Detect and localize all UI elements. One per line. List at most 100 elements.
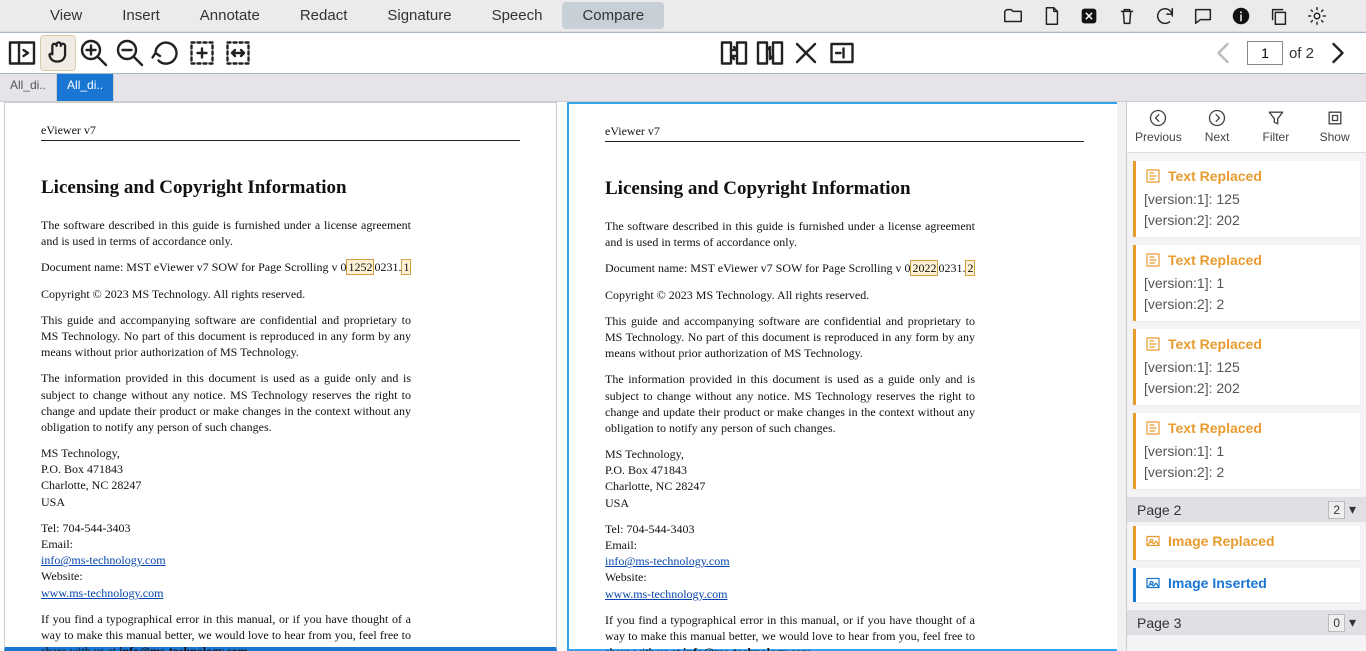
diff-version-line: [version:2]: 202 xyxy=(1144,210,1352,231)
page-title: Licensing and Copyright Information xyxy=(605,178,1084,200)
diff-type-label: Text Replaced xyxy=(1168,168,1262,184)
page-header: eViewer v7 xyxy=(41,123,96,137)
fit-page-icon[interactable] xyxy=(184,35,220,71)
diff-version-line: [version:1]: 1 xyxy=(1144,441,1352,462)
menu-compare[interactable]: Compare xyxy=(562,2,664,29)
page-header: eViewer v7 xyxy=(605,124,660,138)
rotate-icon[interactable] xyxy=(148,35,184,71)
para-info: The information provided in this documen… xyxy=(41,370,411,435)
doc-tab-2[interactable]: All_di.. xyxy=(57,74,114,101)
diff-highlight-2: 1 xyxy=(401,259,411,275)
para-license: The software described in this guide is … xyxy=(41,217,411,249)
diff-item[interactable]: Text Replaced [version:1]: 1 [version:2]… xyxy=(1133,245,1360,321)
chevron-down-icon[interactable]: ▾ xyxy=(1349,501,1356,517)
zoom-in-icon[interactable] xyxy=(76,35,112,71)
para-docname: Document name: MST eViewer v7 SOW for Pa… xyxy=(41,259,520,275)
diff-highlight-2: 2 xyxy=(965,260,975,276)
diff-item[interactable]: Image Replaced xyxy=(1133,526,1360,560)
diff-version-line: [version:2]: 202 xyxy=(1144,378,1352,399)
para-license: The software described in this guide is … xyxy=(605,218,975,250)
diff-version-line: [version:2]: 2 xyxy=(1144,462,1352,483)
zoom-out-icon[interactable] xyxy=(112,35,148,71)
diff-show-button[interactable]: Show xyxy=(1308,108,1362,144)
new-file-icon[interactable] xyxy=(1040,5,1062,27)
main-area: eViewer v7 Licensing and Copyright Infor… xyxy=(0,102,1366,651)
page-nav: of 2 xyxy=(1205,35,1356,71)
menu-speech[interactable]: Speech xyxy=(472,2,563,29)
diff-highlight-1: 1252 xyxy=(346,259,374,275)
refresh-icon[interactable] xyxy=(1154,5,1176,27)
diff-highlight-1: 2022 xyxy=(910,260,938,276)
diff-type-label: Text Replaced xyxy=(1168,336,1262,352)
menu-bar: View Insert Annotate Redact Signature Sp… xyxy=(0,0,1366,32)
para-confidential: This guide and accompanying software are… xyxy=(41,312,411,361)
fit-width-icon[interactable] xyxy=(220,35,256,71)
panel-toggle-icon[interactable] xyxy=(4,35,40,71)
para-copyright: Copyright © 2023 MS Technology. All righ… xyxy=(41,286,520,302)
info-icon[interactable] xyxy=(1230,5,1252,27)
para-feedback: If you find a typographical error in thi… xyxy=(605,612,975,651)
diff-version-line: [version:2]: 2 xyxy=(1144,294,1352,315)
compare-page-left[interactable]: eViewer v7 Licensing and Copyright Infor… xyxy=(4,102,557,651)
diff-item[interactable]: Text Replaced [version:1]: 125 [version:… xyxy=(1133,329,1360,405)
comment-icon[interactable] xyxy=(1192,5,1214,27)
diff-item[interactable]: Text Replaced [version:1]: 1 [version:2]… xyxy=(1133,413,1360,489)
copy-icon[interactable] xyxy=(1268,5,1290,27)
diff-page-marker-3[interactable]: Page 3 0 ▾ xyxy=(1127,610,1366,635)
diff-item[interactable]: Image Inserted xyxy=(1133,568,1360,602)
diff-version-line: [version:1]: 125 xyxy=(1144,189,1352,210)
website-link[interactable]: www.ms-technology.com xyxy=(41,586,163,600)
para-info: The information provided in this documen… xyxy=(605,371,975,436)
compare-swap-icon[interactable] xyxy=(716,35,752,71)
settings-icon[interactable] xyxy=(1306,5,1328,27)
close-compare-icon[interactable] xyxy=(788,35,824,71)
page-title: Licensing and Copyright Information xyxy=(41,177,520,199)
diff-type-label: Image Replaced xyxy=(1168,533,1275,549)
email-link[interactable]: info@ms-technology.com xyxy=(41,553,166,567)
next-page-icon[interactable] xyxy=(1320,35,1356,71)
diff-prev-button[interactable]: Previous xyxy=(1131,108,1185,144)
text-diff-icon[interactable] xyxy=(824,35,860,71)
contact-block: Tel: 704-544-3403 Email: info@ms-technol… xyxy=(41,520,520,601)
doc-scrollbar[interactable] xyxy=(1117,102,1126,651)
menu-signature[interactable]: Signature xyxy=(367,2,471,29)
doc-tab-1[interactable]: All_di.. xyxy=(0,74,57,101)
menu-annotate[interactable]: Annotate xyxy=(180,2,280,29)
diff-item[interactable]: Text Replaced [version:1]: 125 [version:… xyxy=(1133,161,1360,237)
delete-icon[interactable] xyxy=(1116,5,1138,27)
page-total-label: of 2 xyxy=(1289,45,1314,62)
diff-next-button[interactable]: Next xyxy=(1190,108,1244,144)
prev-page-icon[interactable] xyxy=(1205,35,1241,71)
toolbar: of 2 xyxy=(0,32,1366,74)
address-block: MS Technology, P.O. Box 471843 Charlotte… xyxy=(41,445,520,510)
compare-page-right[interactable]: eViewer v7 Licensing and Copyright Infor… xyxy=(567,102,1122,651)
diff-nav: Previous Next Filter Show xyxy=(1127,102,1366,153)
hand-tool-icon[interactable] xyxy=(40,35,76,71)
menu-view[interactable]: View xyxy=(30,2,102,29)
diff-side-panel: Previous Next Filter Show Text Replaced … xyxy=(1126,102,1366,651)
menu-redact[interactable]: Redact xyxy=(280,2,368,29)
menu-insert[interactable]: Insert xyxy=(102,2,180,29)
para-feedback: If you find a typographical error in thi… xyxy=(41,611,411,651)
chevron-down-icon[interactable]: ▾ xyxy=(1349,614,1356,630)
diff-list[interactable]: Text Replaced [version:1]: 125 [version:… xyxy=(1127,153,1366,651)
para-copyright: Copyright © 2023 MS Technology. All righ… xyxy=(605,287,1084,303)
diff-filter-button[interactable]: Filter xyxy=(1249,108,1303,144)
page-number-input[interactable] xyxy=(1247,41,1283,65)
diff-type-label: Text Replaced xyxy=(1168,420,1262,436)
diff-count-badge: 2 xyxy=(1328,501,1345,519)
diff-count-badge: 0 xyxy=(1328,614,1345,632)
diff-type-label: Text Replaced xyxy=(1168,252,1262,268)
close-black-icon[interactable] xyxy=(1078,5,1100,27)
diff-version-line: [version:1]: 125 xyxy=(1144,357,1352,378)
email-link[interactable]: info@ms-technology.com xyxy=(605,554,730,568)
para-confidential: This guide and accompanying software are… xyxy=(605,313,975,362)
para-docname: Document name: MST eViewer v7 SOW for Pa… xyxy=(605,260,1084,276)
folder-open-icon[interactable] xyxy=(1002,5,1024,27)
document-compare-area: eViewer v7 Licensing and Copyright Infor… xyxy=(0,102,1126,651)
document-tabs: All_di.. All_di.. xyxy=(0,74,1366,102)
diff-page-marker-2[interactable]: Page 2 2 ▾ xyxy=(1127,497,1366,522)
compare-sync-icon[interactable] xyxy=(752,35,788,71)
diff-type-label: Image Inserted xyxy=(1168,575,1267,591)
website-link[interactable]: www.ms-technology.com xyxy=(605,587,727,601)
